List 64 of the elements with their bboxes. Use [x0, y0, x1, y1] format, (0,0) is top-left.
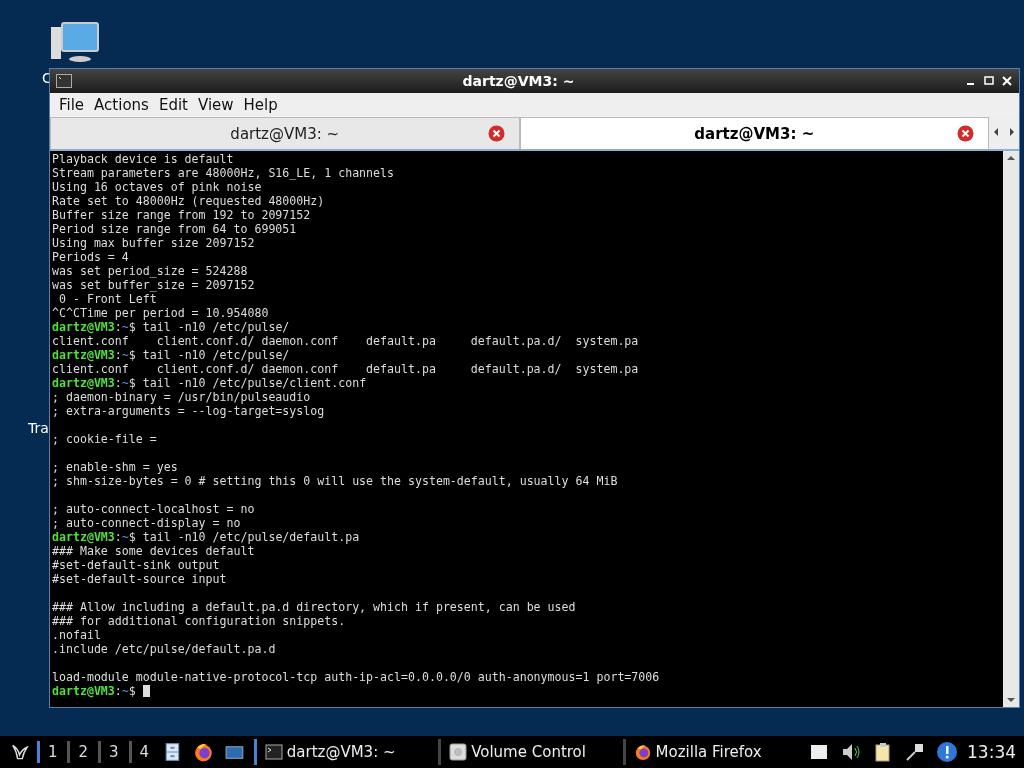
taskbar-button[interactable]: Volume Control	[438, 739, 619, 765]
desktop-icon-label[interactable]: Tra	[28, 420, 49, 436]
output-line: ### Allow including a default.pa.d directory, which if present, can be used	[52, 600, 577, 614]
output-line: Periods = 4	[52, 250, 130, 264]
menu-item[interactable]: Help	[238, 96, 283, 114]
menu-item[interactable]: Actions	[89, 96, 154, 114]
output-line: #set-default-source input	[52, 572, 228, 586]
terminal-icon	[264, 743, 283, 761]
output-line: ; auto-connect-localhost = no	[52, 502, 256, 516]
prompt-line: dartz@VM3:~$	[52, 684, 1001, 698]
info-icon[interactable]	[936, 741, 958, 763]
output-line: load-module module-native-protocol-tcp auth-ip-acl=0.0.0.0/0 auth-anonymous=1 port=7006	[52, 670, 661, 684]
taskbar-button[interactable]: Mozilla Firefox	[622, 739, 803, 765]
output-line: ; auto-connect-display = no	[52, 516, 242, 530]
workspace-button[interactable]: 4	[128, 741, 158, 763]
output-line: ### for additional configuration snippets.	[52, 614, 347, 628]
output-line: was set period_size = 524288	[52, 264, 249, 278]
output-line: Buffer size range from 192 to 2097152	[52, 208, 312, 222]
output-line: .nofail	[52, 628, 102, 642]
output-line: ; extra-arguments = --log-target=syslog	[52, 404, 326, 418]
output-line: Using 16 octaves of pink noise	[52, 180, 263, 194]
speaker-icon	[449, 743, 468, 761]
terminal-icon	[56, 73, 72, 89]
output-line: client.conf client.conf.d/ daemon.conf default.pa default.pa.d/ system.pa	[52, 362, 640, 376]
firefox-icon[interactable]	[192, 741, 214, 763]
window-title: dartz@VM3: ~	[461, 73, 576, 89]
prompt-line: dartz@VM3:~$ tail -n10 /etc/pulse/client.conf	[52, 376, 368, 390]
scrollbar[interactable]	[1003, 151, 1019, 707]
terminal-tab[interactable]: dartz@VM3: ~	[519, 117, 989, 149]
output-line: Rate set to 48000Hz (requested 48000Hz)	[52, 194, 326, 208]
output-line: ### Make some devices default	[52, 544, 256, 558]
close-tab-icon[interactable]	[487, 125, 505, 142]
computer-icon[interactable]	[50, 22, 100, 64]
output-line: ^C^CTime per period = 10.954080	[52, 306, 270, 320]
taskbar-button[interactable]: dartz@VM3: ~	[253, 739, 435, 765]
output-line: Period size range from 64 to 699051	[52, 222, 298, 236]
output-line: was set buffer_size = 2097152	[52, 278, 256, 292]
output-line: #set-default-sink output	[52, 558, 221, 572]
clock[interactable]: 13:34	[963, 742, 1024, 762]
maximize-icon[interactable]	[983, 75, 995, 87]
firefox-icon[interactable]	[633, 743, 652, 761]
menu-item[interactable]: View	[192, 96, 239, 114]
terminal-tab[interactable]: dartz@VM3: ~	[50, 117, 520, 149]
prompt-line: dartz@VM3:~$ tail -n10 /etc/pulse/	[52, 320, 291, 334]
workspace-button[interactable]: 1	[36, 741, 66, 763]
output-line: Stream parameters are 48000Hz, S16_LE, 1 channels	[52, 166, 396, 180]
workspace-button[interactable]: 2	[67, 741, 96, 763]
menu-item[interactable]: File	[54, 96, 90, 114]
output-line: ; cookie-file =	[52, 432, 158, 446]
close-tab-icon[interactable]	[957, 125, 974, 142]
output-line: Playback device is default	[52, 152, 235, 166]
prompt-line: dartz@VM3:~$ tail -n10 /etc/pulse/	[52, 348, 291, 362]
output-line: Using max buffer size 2097152	[52, 236, 256, 250]
menu-item[interactable]: Edit	[153, 96, 193, 114]
prompt-line: dartz@VM3:~$ tail -n10 /etc/pulse/default.pa	[52, 530, 361, 544]
output-line: .include /etc/pulse/default.pa.d	[52, 642, 277, 656]
output-line: ; enable-shm = yes	[52, 460, 179, 474]
workspace-button[interactable]: 3	[98, 741, 127, 763]
output-line: 0 - Front Left	[57, 292, 158, 306]
close-icon[interactable]	[1001, 75, 1013, 87]
output-line: ; daemon-binary = /usr/bin/pulseaudio	[52, 390, 312, 404]
output-line: ; shm-size-bytes = 0 # setting this 0 will use the system-default, usually 64 MiB	[52, 474, 619, 488]
network-plug-icon[interactable]	[904, 741, 926, 763]
output-line: client.conf client.conf.d/ daemon.conf default.pa default.pa.d/ system.pa	[52, 334, 640, 348]
